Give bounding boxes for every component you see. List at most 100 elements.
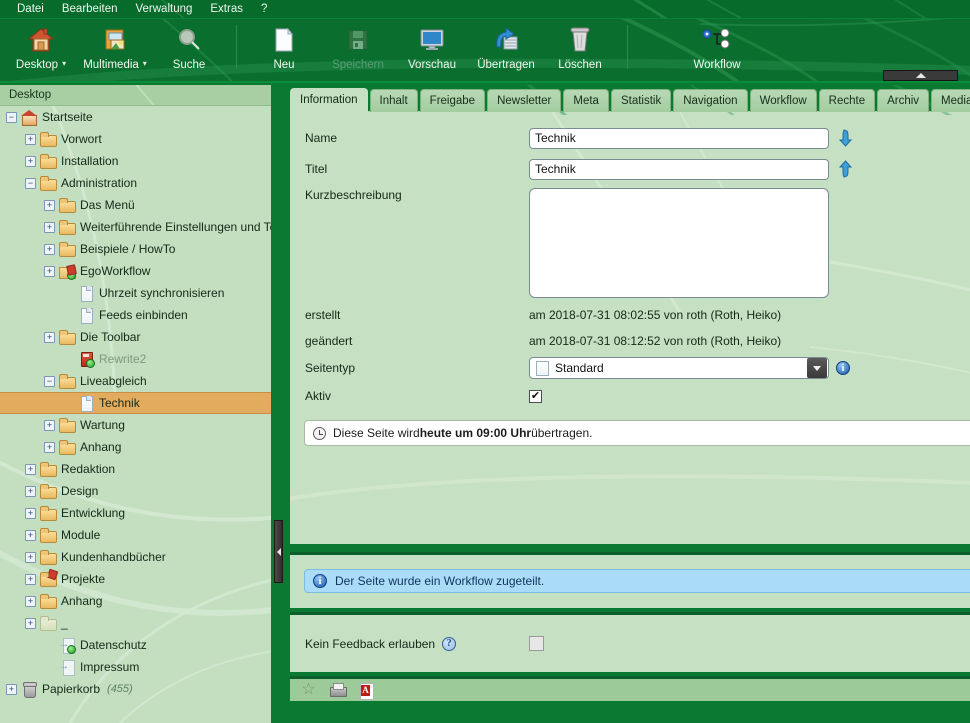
tree-node[interactable]: + Anhang <box>0 436 271 458</box>
tree-node[interactable]: + Redaktion <box>0 458 271 480</box>
expand-icon[interactable]: + <box>44 441 55 453</box>
help-icon[interactable]: ? <box>442 636 457 651</box>
tab-media[interactable]: Media <box>931 89 970 112</box>
menu-item-datei[interactable]: Datei <box>8 0 53 18</box>
tree-node[interactable]: + Entwicklung <box>0 502 271 524</box>
scroll-up-button[interactable] <box>883 70 958 81</box>
collapse-icon[interactable]: − <box>44 375 55 387</box>
titel-input[interactable] <box>529 158 829 180</box>
expand-icon[interactable]: + <box>25 133 36 145</box>
expand-icon[interactable]: + <box>25 573 36 585</box>
menu-item-extras[interactable]: Extras <box>201 0 252 18</box>
pdf-icon[interactable] <box>358 682 375 700</box>
tree-node[interactable]: Uhrzeit synchronisieren <box>0 282 271 304</box>
transfer-notice-suffix: übertragen. <box>531 426 593 440</box>
info-icon: i <box>313 574 327 588</box>
tree-node-label: Projekte <box>61 572 106 586</box>
trash-icon <box>568 24 592 56</box>
panel-collapse-handle[interactable] <box>274 520 283 583</box>
tree-node[interactable]: + Design <box>0 480 271 502</box>
expand-icon[interactable]: + <box>25 507 36 519</box>
tree-node[interactable]: + Beispiele / HowTo <box>0 238 271 260</box>
information-panel: Name Titel Kurzbeschreibung <box>290 111 970 544</box>
tree-node[interactable]: Impressum <box>0 656 271 678</box>
name-input[interactable] <box>529 127 829 149</box>
tab-inhalt[interactable]: Inhalt <box>369 89 418 112</box>
aktiv-checkbox[interactable]: ✔ <box>529 389 542 403</box>
tab-information[interactable]: Information <box>290 88 368 112</box>
tree-node[interactable]: Rewrite2 <box>0 348 271 370</box>
tab-archiv[interactable]: Archiv <box>877 89 930 112</box>
save-icon <box>346 24 370 56</box>
toolbar-button-neu[interactable]: Neu <box>247 19 321 81</box>
tree-node[interactable]: + EgoWorkflow <box>0 260 271 282</box>
toolbar-button-workflow[interactable]: Workflow <box>680 19 754 81</box>
expand-icon[interactable]: + <box>25 155 36 167</box>
tree-node[interactable]: + Installation <box>0 150 271 172</box>
toolbar-button-multimedia[interactable]: Multimedia ▾ <box>78 19 152 81</box>
tab-workflow[interactable]: Workflow <box>749 89 817 112</box>
expand-icon[interactable]: + <box>44 265 55 277</box>
print-icon[interactable] <box>329 682 347 699</box>
menu-item-verwaltung[interactable]: Verwaltung <box>126 0 201 18</box>
tree-node[interactable]: − Liveabgleich <box>0 370 271 392</box>
tab-meta[interactable]: Meta <box>563 89 609 112</box>
expand-icon[interactable]: + <box>44 221 55 233</box>
tree-node[interactable]: + Projekte <box>0 568 271 590</box>
toolbar-button-vorschau[interactable]: Vorschau <box>395 19 469 81</box>
tree-node[interactable]: + Papierkorb (455) <box>0 678 271 700</box>
expand-icon[interactable]: + <box>25 551 36 563</box>
expand-icon[interactable]: + <box>44 243 55 255</box>
toolbar-button-loeschen[interactable]: Löschen <box>543 19 617 81</box>
toolbar-button-speichern[interactable]: Speichern <box>321 19 395 81</box>
tree-node-selected[interactable]: Technik <box>0 392 271 414</box>
tree-node[interactable]: + Die Toolbar <box>0 326 271 348</box>
collapse-icon[interactable]: − <box>25 177 36 189</box>
tree-node[interactable]: + Weiterführende Einstellungen und To <box>0 216 271 238</box>
tree-node[interactable]: − Startseite <box>0 106 271 128</box>
tree-node[interactable]: + Das Menü <box>0 194 271 216</box>
tree-node[interactable]: − Administration <box>0 172 271 194</box>
tab-navigation[interactable]: Navigation <box>673 89 748 112</box>
tree-node[interactable]: + Wartung <box>0 414 271 436</box>
tree-node[interactable]: Feeds einbinden <box>0 304 271 326</box>
menu-item-bearbeiten[interactable]: Bearbeiten <box>53 0 127 18</box>
expand-icon[interactable]: + <box>25 595 36 607</box>
expand-icon[interactable]: + <box>25 617 36 629</box>
titel-up-arrow-icon[interactable] <box>835 160 855 178</box>
workflow-notice-text: Der Seite wurde ein Workflow zugeteilt. <box>335 574 545 588</box>
favorite-icon[interactable]: ☆ <box>300 681 317 699</box>
menu-item-help[interactable]: ? <box>252 0 276 18</box>
tab-rechte[interactable]: Rechte <box>818 89 876 112</box>
tab-newsletter[interactable]: Newsletter <box>487 89 562 112</box>
expand-icon[interactable]: + <box>25 485 36 497</box>
collapse-icon[interactable]: − <box>6 111 17 123</box>
tab-freigabe[interactable]: Freigabe <box>419 89 486 112</box>
expand-icon[interactable]: + <box>6 683 17 695</box>
tree-node[interactable]: + Anhang <box>0 590 271 612</box>
tree-node[interactable]: + Kundenhandbücher <box>0 546 271 568</box>
toolbar-button-uebertragen[interactable]: Übertragen <box>469 19 543 81</box>
seitentyp-info-icon[interactable]: i <box>836 361 850 375</box>
name-down-arrow-icon[interactable] <box>835 129 855 147</box>
tree-node[interactable]: Datenschutz <box>0 634 271 656</box>
tree-node[interactable]: + Vorwort <box>0 128 271 150</box>
folder-icon <box>59 197 76 213</box>
expand-icon[interactable]: + <box>44 199 55 211</box>
chevron-down-icon[interactable] <box>807 358 827 378</box>
home-icon <box>21 109 37 126</box>
expand-icon[interactable]: + <box>44 419 55 431</box>
expand-icon[interactable]: + <box>25 463 36 475</box>
toolbar-button-suche[interactable]: Suche <box>152 19 226 81</box>
expand-icon[interactable]: + <box>25 529 36 541</box>
tab-statistik[interactable]: Statistik <box>610 89 672 112</box>
toolbar-button-desktop[interactable]: Desktop ▾ <box>4 19 78 81</box>
tree-node[interactable]: + Module <box>0 524 271 546</box>
menu-items: Datei Bearbeiten Verwaltung Extras ? <box>0 0 970 18</box>
expand-icon[interactable]: + <box>44 331 55 343</box>
seitentyp-select[interactable]: Standard <box>529 357 829 379</box>
kein-feedback-checkbox[interactable] <box>529 636 544 651</box>
tree-node[interactable]: + _ <box>0 612 271 634</box>
kurzbeschreibung-textarea[interactable] <box>529 188 829 298</box>
